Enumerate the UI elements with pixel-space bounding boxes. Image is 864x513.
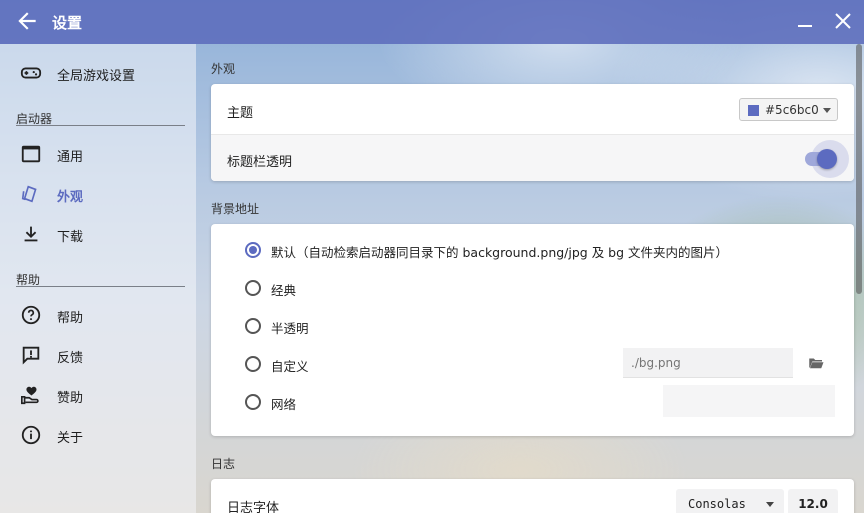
radio-label: 半透明 — [271, 321, 309, 336]
brush-cards-icon — [21, 185, 37, 203]
log-font-select[interactable]: Consolas — [676, 489, 784, 513]
log-font-size-input[interactable] — [788, 489, 838, 513]
folder-open-icon[interactable] — [807, 354, 825, 372]
sidebar-item-label: 帮助 — [57, 311, 84, 326]
section-title-logs: 日志 — [211, 457, 236, 471]
sidebar-item-label: 全局游戏设置 — [57, 69, 136, 84]
appearance-card: 主题 #5c6bc0 标题栏透明 — [211, 84, 854, 181]
network-url-input[interactable] — [663, 385, 835, 417]
sidebar-item-label: 外观 — [57, 190, 84, 205]
sidebar-item-sponsor[interactable]: 赞助 — [0, 377, 196, 413]
theme-label: 主题 — [227, 106, 254, 121]
gamepad-icon — [20, 67, 42, 79]
minimize-icon[interactable] — [794, 10, 816, 32]
sidebar-item-appearance[interactable]: 外观 — [0, 176, 196, 212]
scrollbar[interactable] — [856, 44, 862, 513]
log-font-label: 日志字体 — [227, 501, 280, 513]
radio-button[interactable] — [245, 394, 261, 410]
back-arrow-icon[interactable] — [14, 8, 40, 34]
radio-button[interactable] — [245, 280, 261, 296]
sidebar: 全局游戏设置 启动器 通用 外观 下载 帮助 帮助 反馈 赞助 关于 — [0, 44, 196, 513]
radio-label: 网络 — [271, 397, 297, 412]
help-circle-icon — [21, 305, 41, 325]
feedback-icon — [22, 346, 40, 365]
sidebar-item-label: 关于 — [57, 431, 84, 446]
sidebar-item-feedback[interactable]: 反馈 — [0, 337, 196, 373]
sidebar-item-label: 下载 — [57, 230, 84, 245]
radio-option-classic[interactable]: 经典 — [245, 278, 365, 298]
theme-color-picker[interactable]: #5c6bc0 — [739, 98, 838, 121]
window-title: 设置 — [52, 14, 83, 32]
radio-button[interactable] — [245, 356, 261, 372]
divider — [16, 125, 185, 126]
window-icon — [21, 145, 41, 163]
titlebar-transparent-label: 标题栏透明 — [227, 155, 293, 170]
logs-card: 日志字体 Consolas — [211, 479, 854, 513]
sidebar-item-help[interactable]: 帮助 — [0, 297, 196, 333]
background-card: 默认（自动检索启动器同目录下的 background.png/jpg 及 bg … — [211, 224, 854, 436]
chevron-down-icon — [823, 108, 831, 113]
sidebar-item-download[interactable]: 下载 — [0, 216, 196, 252]
sidebar-item-about[interactable]: 关于 — [0, 417, 196, 453]
color-swatch — [748, 105, 759, 116]
chevron-down-icon — [766, 502, 774, 507]
titlebar-transparent-toggle[interactable] — [805, 140, 849, 178]
theme-color-value: #5c6bc0 — [765, 103, 819, 117]
hand-heart-icon — [21, 386, 39, 405]
radio-option-custom[interactable]: 自定义 — [245, 354, 365, 374]
info-icon — [21, 425, 41, 445]
custom-path-input[interactable] — [623, 348, 793, 378]
radio-label: 默认（自动检索启动器同目录下的 background.png/jpg 及 bg … — [271, 245, 729, 260]
radio-button[interactable] — [245, 318, 261, 334]
section-title-appearance: 外观 — [211, 62, 236, 76]
sidebar-item-label: 赞助 — [57, 391, 84, 406]
titlebar-transparent-row — [211, 135, 854, 181]
log-font-value: Consolas — [688, 497, 746, 511]
title-bar: 设置 — [0, 0, 864, 44]
toggle-knob — [817, 149, 837, 169]
radio-label: 自定义 — [271, 359, 309, 374]
sidebar-item-general[interactable]: 通用 — [0, 136, 196, 172]
close-icon[interactable] — [832, 10, 854, 32]
radio-option-translucent[interactable]: 半透明 — [245, 316, 365, 336]
sidebar-item-label: 反馈 — [57, 351, 84, 366]
radio-option-network[interactable]: 网络 — [245, 392, 365, 412]
divider — [16, 286, 185, 287]
sidebar-item-label: 通用 — [57, 150, 84, 165]
scrollbar-thumb[interactable] — [856, 44, 862, 294]
radio-button-checked[interactable] — [245, 242, 261, 258]
sidebar-item-global-game-settings[interactable]: 全局游戏设置 — [0, 55, 196, 91]
radio-option-default[interactable]: 默认（自动检索启动器同目录下的 background.png/jpg 及 bg … — [245, 240, 805, 260]
radio-label: 经典 — [271, 283, 297, 298]
section-title-background: 背景地址 — [211, 202, 260, 216]
download-icon — [24, 226, 38, 242]
